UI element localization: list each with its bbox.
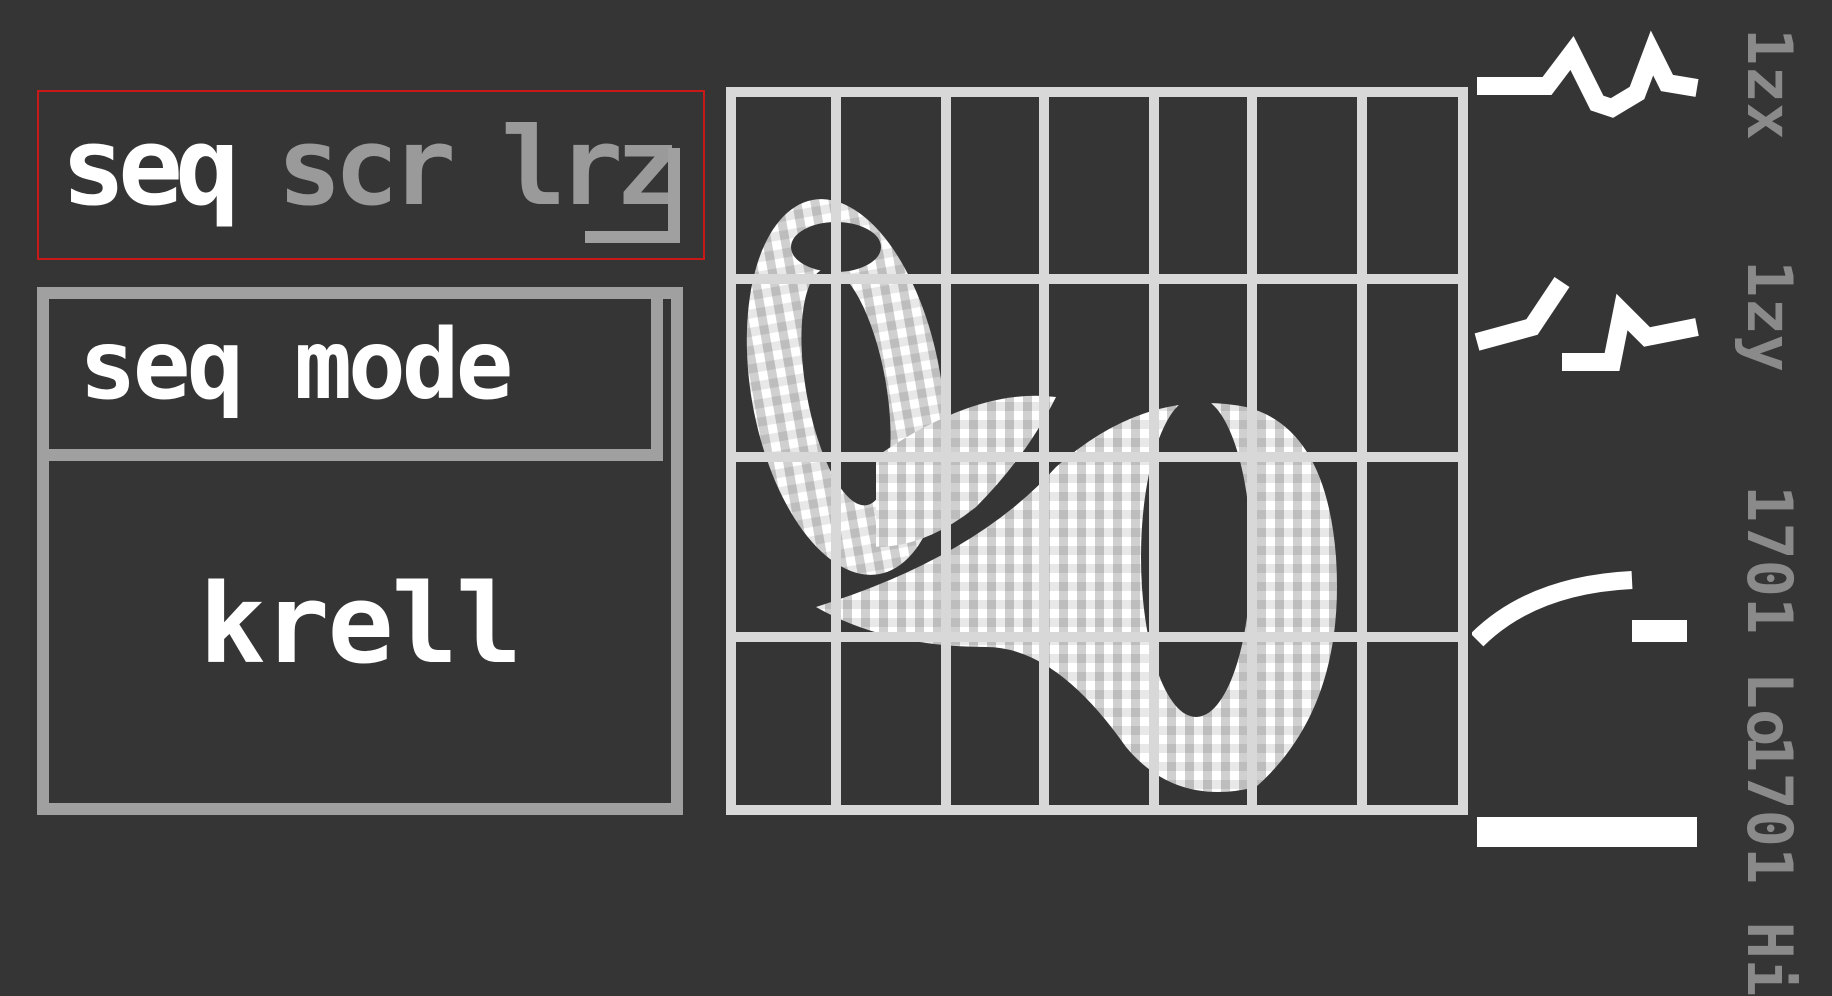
- visualizer-graphic: [726, 87, 1468, 815]
- tab-scr[interactable]: scr: [277, 114, 456, 222]
- mode-panel[interactable]: seq mode krell: [37, 287, 683, 815]
- param-label-1701-lo: 1701 Lo: [1733, 485, 1806, 747]
- envelope-icon: [1472, 571, 1687, 647]
- tab-seq[interactable]: seq: [61, 114, 240, 222]
- mode-value[interactable]: krell: [199, 569, 522, 679]
- flat-level-icon: [1477, 817, 1697, 847]
- visualizer-display: [726, 87, 1468, 815]
- mode-header: seq mode: [49, 299, 663, 461]
- param-label-1zx: 1zx: [1733, 28, 1806, 140]
- corner-bracket-icon: [585, 148, 680, 243]
- param-label-1zy: 1zy: [1733, 260, 1806, 372]
- mode-label: seq mode: [79, 309, 513, 421]
- step-waveform-icon: [1474, 277, 1699, 371]
- waveform-icon: [1477, 30, 1699, 118]
